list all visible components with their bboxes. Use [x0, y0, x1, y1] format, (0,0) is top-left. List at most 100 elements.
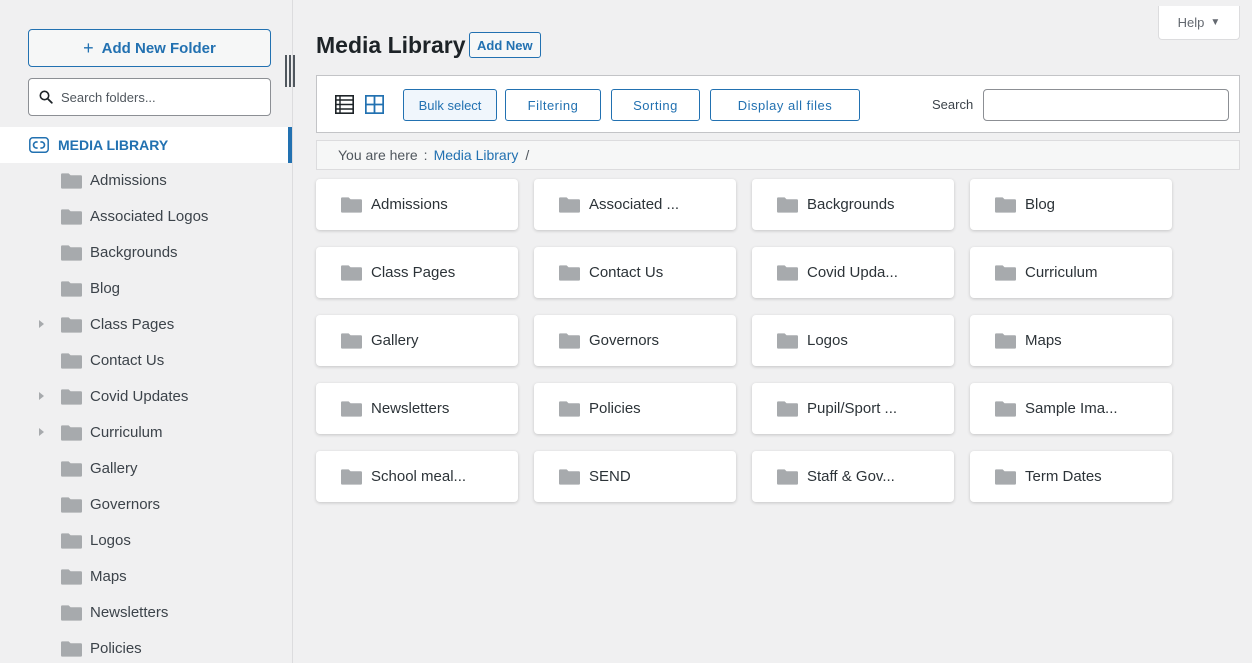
breadcrumb-link-media-library[interactable]: Media Library	[434, 147, 519, 163]
folder-icon	[559, 468, 580, 485]
folder-card[interactable]: Gallery	[316, 315, 518, 366]
folder-icon	[995, 468, 1016, 485]
folder-icon	[61, 497, 82, 513]
breadcrumb-separator: :	[423, 147, 428, 163]
folder-icon	[61, 605, 82, 621]
sidebar-folder-item[interactable]: Class Pages	[0, 307, 292, 343]
folder-card-label: School meal...	[371, 468, 467, 485]
expand-caret-icon[interactable]	[39, 392, 44, 400]
sidebar-folder-item[interactable]: Governors	[0, 487, 292, 523]
folder-card[interactable]: Blog	[970, 179, 1172, 230]
display-all-files-button[interactable]: Display all files	[710, 89, 860, 121]
folder-card-label: Contact Us	[589, 264, 664, 281]
folder-icon	[995, 400, 1016, 417]
sidebar-folder-label: Policies	[90, 640, 142, 657]
sorting-button[interactable]: Sorting	[611, 89, 700, 121]
sidebar-folder-item[interactable]: Gallery	[0, 451, 292, 487]
search-folders-input[interactable]	[61, 89, 261, 105]
folder-icon	[61, 173, 82, 189]
folder-card[interactable]: Contact Us	[534, 247, 736, 298]
folder-card-label: Newsletters	[371, 400, 450, 417]
folder-card-label: Blog	[1025, 196, 1056, 213]
sidebar-folder-item[interactable]: Contact Us	[0, 343, 292, 379]
folder-card[interactable]: Staff & Gov...	[752, 451, 954, 502]
folder-icon	[995, 196, 1016, 213]
folder-icon	[341, 196, 362, 213]
folder-icon	[61, 461, 82, 477]
folder-card[interactable]: Class Pages	[316, 247, 518, 298]
folder-icon	[61, 281, 82, 297]
sidebar-folder-item[interactable]: Maps	[0, 559, 292, 595]
folder-card[interactable]: Admissions	[316, 179, 518, 230]
sidebar-folder-item[interactable]: Associated Logos	[0, 199, 292, 235]
folder-card[interactable]: Sample Ima...	[970, 383, 1172, 434]
expand-caret-icon[interactable]	[39, 428, 44, 436]
folder-icon	[995, 264, 1016, 281]
folder-card[interactable]: School meal...	[316, 451, 518, 502]
breadcrumb: You are here : Media Library /	[316, 140, 1240, 170]
folder-card-label: Maps	[1025, 332, 1062, 349]
folder-card[interactable]: Covid Upda...	[752, 247, 954, 298]
caret-down-icon: ▼	[1210, 17, 1221, 28]
folder-card[interactable]: SEND	[534, 451, 736, 502]
folder-icon	[777, 196, 798, 213]
folder-card[interactable]: Newsletters	[316, 383, 518, 434]
folder-icon	[559, 264, 580, 281]
plus-icon: +	[83, 37, 94, 58]
folder-card-label: Backgrounds	[807, 196, 895, 213]
folder-card[interactable]: Associated ...	[534, 179, 736, 230]
media-library-logo-icon	[29, 137, 49, 153]
folder-sidebar: + Add New Folder MEDIA LIBRARY Admission…	[0, 0, 295, 663]
sidebar-folder-label: Gallery	[90, 460, 138, 477]
help-button[interactable]: Help ▼	[1158, 6, 1240, 40]
folder-card[interactable]: Policies	[534, 383, 736, 434]
folder-icon	[559, 196, 580, 213]
folder-card-label: Policies	[589, 400, 641, 417]
add-new-button[interactable]: Add New	[469, 32, 541, 58]
sidebar-folder-item[interactable]: Newsletters	[0, 595, 292, 631]
list-view-icon[interactable]	[335, 95, 354, 114]
sidebar-folder-item[interactable]: Covid Updates	[0, 379, 292, 415]
expand-caret-icon[interactable]	[39, 320, 44, 328]
sidebar-folder-label: Class Pages	[90, 316, 175, 333]
folder-card-label: Sample Ima...	[1025, 400, 1118, 417]
sidebar-folder-item[interactable]: Backgrounds	[0, 235, 292, 271]
folder-grid: Admissions Associated ... Backgrounds Blog C…	[316, 179, 1176, 502]
folder-card-label: Term Dates	[1025, 468, 1102, 485]
folder-card[interactable]: Term Dates	[970, 451, 1172, 502]
sidebar-folder-label: Logos	[90, 532, 131, 549]
sidebar-folder-item[interactable]: Curriculum	[0, 415, 292, 451]
sidebar-root-label: MEDIA LIBRARY	[58, 137, 169, 153]
search-input[interactable]	[983, 89, 1229, 121]
folder-icon	[777, 332, 798, 349]
folder-icon	[777, 400, 798, 417]
sidebar-resize-handle[interactable]	[285, 55, 297, 87]
bulk-select-button[interactable]: Bulk select	[403, 89, 497, 121]
folder-card[interactable]: Governors	[534, 315, 736, 366]
folder-icon	[61, 641, 82, 657]
sidebar-folder-item[interactable]: Blog	[0, 271, 292, 307]
search-label: Search	[932, 97, 974, 112]
folder-icon	[341, 332, 362, 349]
folder-icon	[777, 264, 798, 281]
folder-icon	[341, 468, 362, 485]
folder-card-label: Pupil/Sport ...	[807, 400, 898, 417]
folder-card[interactable]: Backgrounds	[752, 179, 954, 230]
folder-card-label: Curriculum	[1025, 264, 1098, 281]
folder-card[interactable]: Curriculum	[970, 247, 1172, 298]
sidebar-folder-label: Admissions	[90, 172, 167, 189]
folder-icon	[995, 332, 1016, 349]
folder-card[interactable]: Maps	[970, 315, 1172, 366]
media-toolbar: Bulk select Filtering Sorting Display al…	[316, 75, 1240, 133]
help-label: Help	[1177, 15, 1205, 30]
search-folders-box	[28, 78, 271, 116]
sidebar-folder-item[interactable]: Logos	[0, 523, 292, 559]
sidebar-item-media-library[interactable]: MEDIA LIBRARY	[0, 127, 292, 163]
filtering-button[interactable]: Filtering	[505, 89, 601, 121]
grid-view-icon[interactable]	[365, 95, 384, 114]
folder-card[interactable]: Logos	[752, 315, 954, 366]
sidebar-folder-item[interactable]: Admissions	[0, 163, 292, 199]
add-new-folder-button[interactable]: + Add New Folder	[28, 29, 271, 67]
sidebar-folder-item[interactable]: Policies	[0, 631, 292, 663]
folder-card[interactable]: Pupil/Sport ...	[752, 383, 954, 434]
